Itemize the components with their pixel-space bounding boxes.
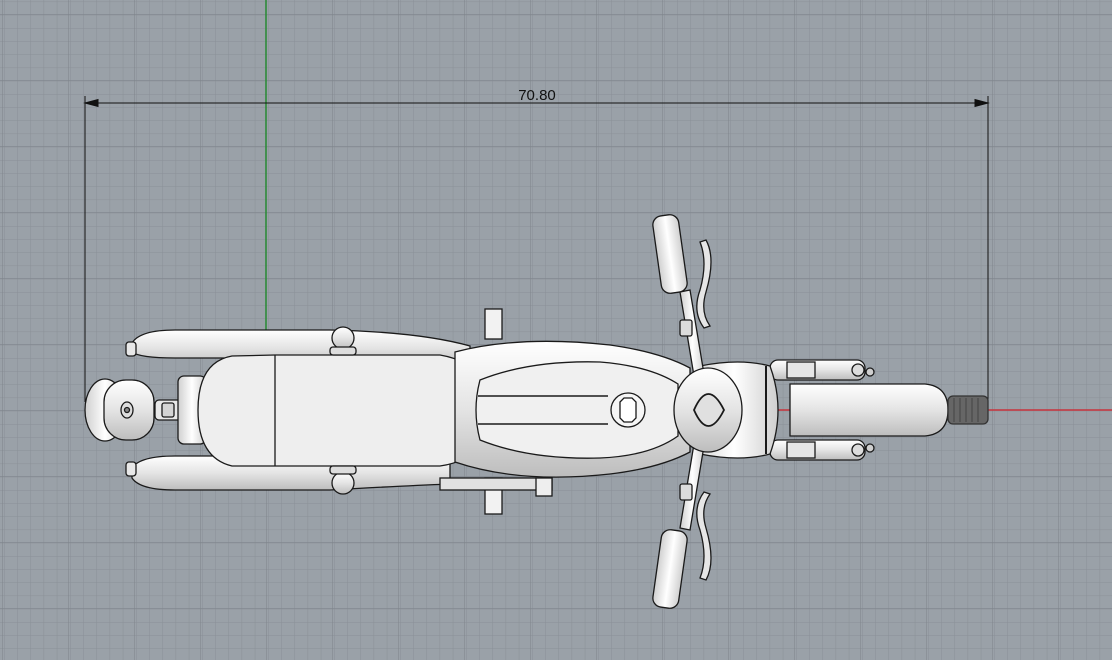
rear-shock-top xyxy=(329,326,357,356)
rear-shock-bottom xyxy=(329,465,357,495)
front-fork-upper xyxy=(769,359,875,381)
fuel-tank xyxy=(475,361,679,459)
viewport-canvas[interactable]: 70.80 xyxy=(0,0,1112,660)
side-stand xyxy=(439,477,553,491)
seat xyxy=(197,354,489,467)
rear-wheel xyxy=(84,378,155,442)
fuel-cap-icon xyxy=(619,397,637,423)
rhino-top-viewport[interactable]: 70.80 xyxy=(0,0,1112,660)
brake-pedal xyxy=(535,477,553,497)
front-fork-lower xyxy=(769,439,875,461)
footpeg-upper xyxy=(484,308,503,340)
dimension-value[interactable]: 70.80 xyxy=(518,87,556,104)
front-fender xyxy=(789,383,949,437)
